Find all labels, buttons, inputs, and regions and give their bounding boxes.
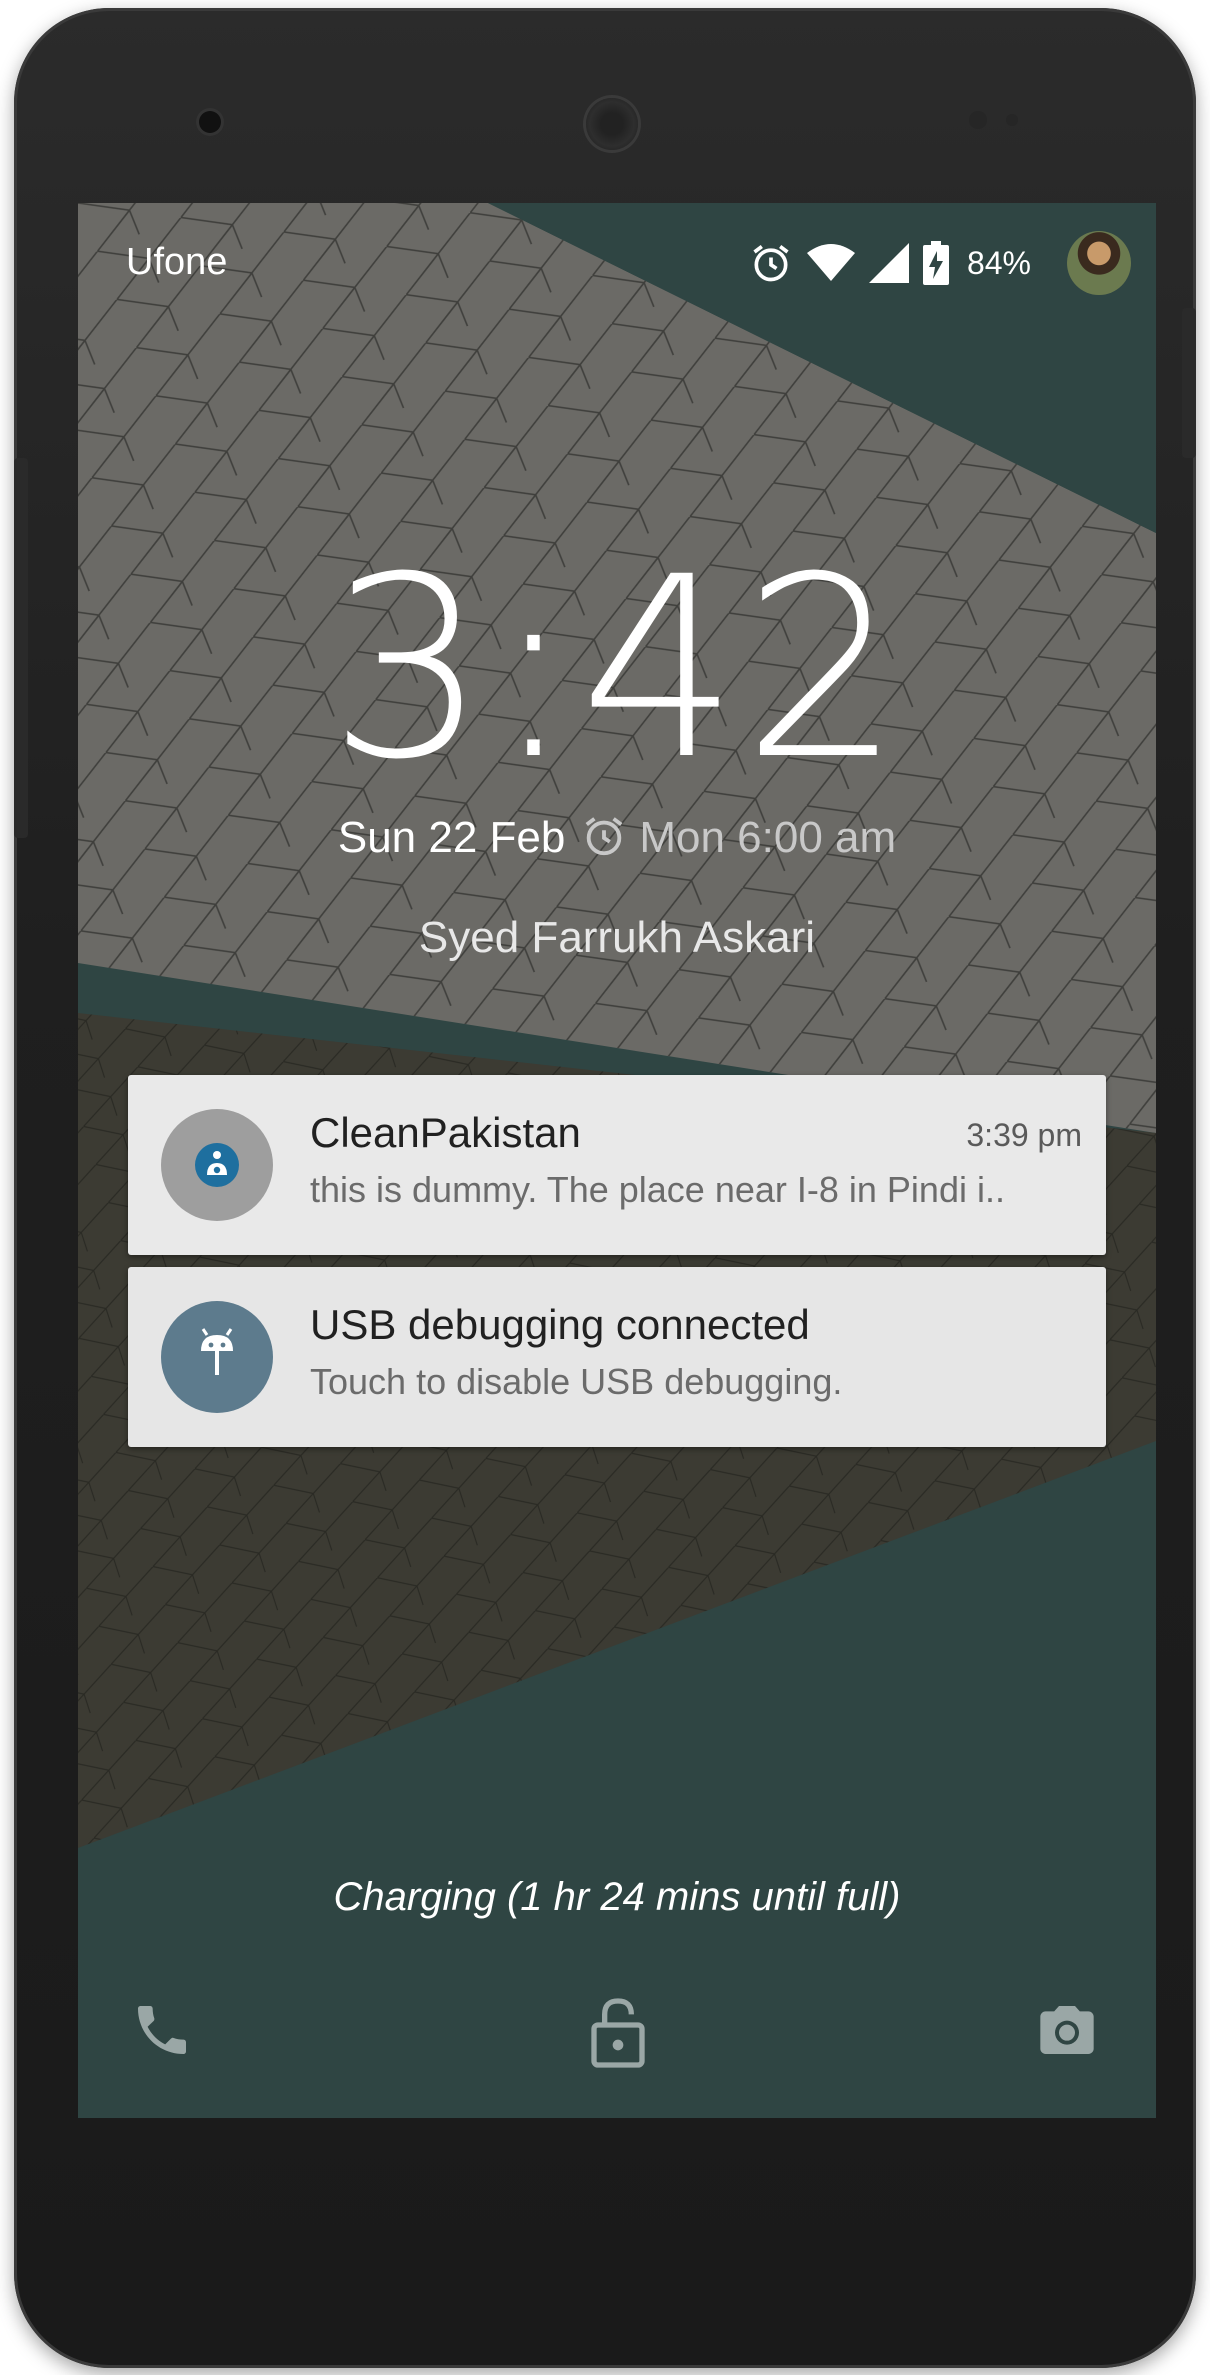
notification-title: CleanPakistan [310,1109,581,1156]
phone-frame: Ufone 84% 3:42 Sun 22 Feb Mon 6:00 am Sy… [14,8,1196,2368]
notification-title: USB debugging connected [310,1301,810,1348]
phone-icon[interactable] [130,1998,194,2062]
notification-app-icon [161,1109,273,1221]
date-row: Sun 22 Feb Mon 6:00 am [78,813,1156,867]
date-text: Sun 22 Feb [337,813,566,862]
notification-cleanpakistan[interactable]: CleanPakistan 3:39 pm this is dummy. The… [128,1075,1106,1255]
next-alarm-text: Mon 6:00 am [639,813,897,862]
android-icon [201,1328,233,1375]
charging-status: Charging (1 hr 24 mins until full) [333,1875,901,1919]
earpiece-speaker [586,98,638,150]
power-button [1182,308,1196,458]
light-sensor [1006,114,1018,126]
camera-icon[interactable] [1035,1998,1099,2062]
lock-screen: Ufone 84% 3:42 Sun 22 Feb Mon 6:00 am Sy… [78,203,1156,2118]
notification-usb-debugging[interactable]: USB debugging connected Touch to disable… [128,1267,1106,1447]
battery-charging-icon [922,241,949,285]
status-icons: 84% [749,231,1131,295]
owner-info: Syed Farrukh Askari [418,913,816,962]
user-avatar[interactable] [1067,231,1131,295]
alarm-icon [753,245,789,282]
clock: 3:42 [328,523,906,814]
battery-percent: 84% [966,244,1031,281]
volume-button [14,458,28,838]
carrier-name: Ufone [126,241,228,283]
notification-time: 3:39 pm [966,1117,1082,1153]
unlock-icon[interactable] [586,1998,650,2068]
alarm-icon [585,817,623,856]
front-camera [199,111,221,133]
notification-text: Touch to disable USB debugging. [310,1361,843,1402]
notification-text: this is dummy. The place near I-8 in Pin… [310,1169,1005,1210]
wifi-icon [806,244,855,281]
person-info-icon [195,1143,239,1187]
notification-app-icon [161,1301,273,1413]
signal-icon [868,243,909,283]
status-bar: Ufone 84% [78,203,1156,295]
proximity-sensor [969,111,987,129]
